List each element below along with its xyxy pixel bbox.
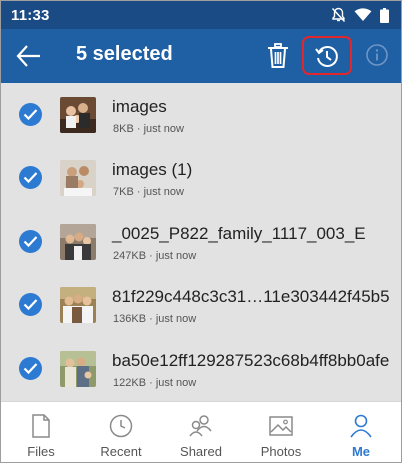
file-list: images 8KB · just now images (1) 7KB · j…: [1, 83, 401, 401]
meta-separator: ·: [146, 250, 156, 262]
meta-separator: ·: [133, 186, 144, 198]
status-time: 11:33: [11, 6, 50, 24]
history-icon: [315, 45, 338, 67]
selection-count-title: 5 selected: [76, 43, 173, 65]
file-name: 81f229c448c3c31…11e303442f45b5: [112, 287, 390, 306]
list-item[interactable]: ba50e12ff129287523c68b4ff8bb0afe 122KB ·…: [1, 337, 401, 400]
file-name: ba50e12ff129287523c68b4ff8bb0afe: [112, 351, 390, 370]
wifi-icon: [354, 8, 372, 22]
file-size: 136KB: [113, 313, 147, 325]
list-item[interactable]: images (1) 7KB · just now: [1, 146, 401, 209]
file-time: just now: [143, 123, 184, 135]
file-thumbnail: [60, 97, 96, 133]
file-time: just now: [155, 313, 197, 325]
info-icon: [366, 44, 388, 66]
file-size: 247KB: [113, 250, 147, 262]
meta-separator: ·: [146, 313, 156, 325]
nav-files[interactable]: Files: [1, 402, 81, 462]
image-icon: [269, 414, 293, 438]
battery-icon: [380, 7, 389, 23]
nav-shared[interactable]: Shared: [161, 402, 241, 462]
file-meta: 136KB · just now: [113, 313, 196, 325]
nav-label: Photos: [260, 444, 302, 459]
checkbox-checked[interactable]: [19, 166, 42, 189]
nav-label: Shared: [180, 444, 222, 459]
list-item[interactable]: images 8KB · just now: [1, 83, 401, 146]
file-meta: 8KB · just now: [113, 123, 184, 135]
file-thumbnail: [60, 287, 96, 323]
back-button[interactable]: [15, 43, 43, 69]
file-meta: 122KB · just now: [113, 377, 196, 389]
bottom-navigation: Files Recent Shared Photos Me: [1, 401, 401, 462]
delete-button[interactable]: [265, 42, 291, 70]
file-time: just now: [155, 250, 197, 262]
nav-label: Me: [351, 444, 371, 459]
file-icon: [31, 414, 51, 438]
file-size: 8KB: [113, 123, 134, 135]
nav-photos[interactable]: Photos: [241, 402, 321, 462]
file-time: just now: [155, 377, 197, 389]
people-icon: [188, 414, 214, 438]
checkbox-checked[interactable]: [19, 357, 42, 380]
nav-me[interactable]: Me: [321, 402, 401, 462]
file-name: images (1): [112, 160, 193, 179]
checkmark-icon: [23, 236, 38, 248]
file-size: 122KB: [113, 377, 147, 389]
checkbox-checked[interactable]: [19, 103, 42, 126]
list-item[interactable]: _0025_P822_family_1117_003_E 247KB · jus…: [1, 210, 401, 273]
nav-label: Recent: [100, 444, 142, 459]
checkmark-icon: [23, 299, 38, 311]
file-name: _0025_P822_family_1117_003_E: [112, 224, 366, 243]
file-thumbnail: [60, 160, 96, 196]
file-thumbnail: [60, 224, 96, 260]
list-item[interactable]: 81f229c448c3c31…11e303442f45b5 136KB · j…: [1, 273, 401, 336]
trash-icon: [268, 43, 288, 68]
file-meta: 7KB · just now: [113, 186, 184, 198]
arrow-left-icon: [16, 45, 40, 67]
checkbox-checked[interactable]: [19, 230, 42, 253]
file-size: 7KB: [113, 186, 134, 198]
file-meta: 247KB · just now: [113, 250, 196, 262]
app-window: 11:33 5 selected images 8KB · just now i…: [0, 0, 402, 463]
meta-separator: ·: [133, 123, 144, 135]
file-time: just now: [143, 186, 184, 198]
status-icons: [331, 7, 389, 23]
version-history-button[interactable]: [302, 36, 352, 75]
meta-separator: ·: [146, 377, 156, 389]
selection-toolbar: 5 selected: [1, 29, 401, 83]
nav-recent[interactable]: Recent: [81, 402, 161, 462]
checkmark-icon: [23, 363, 38, 375]
nav-label: Files: [27, 444, 55, 459]
checkmark-icon: [23, 109, 38, 121]
checkmark-icon: [23, 172, 38, 184]
file-name: images: [112, 97, 167, 116]
notifications-off-icon: [331, 7, 346, 23]
status-bar: 11:33: [1, 1, 401, 29]
checkbox-checked[interactable]: [19, 293, 42, 316]
clock-icon: [109, 414, 133, 438]
person-icon: [350, 414, 372, 438]
file-thumbnail: [60, 351, 96, 387]
info-button[interactable]: [364, 42, 390, 68]
